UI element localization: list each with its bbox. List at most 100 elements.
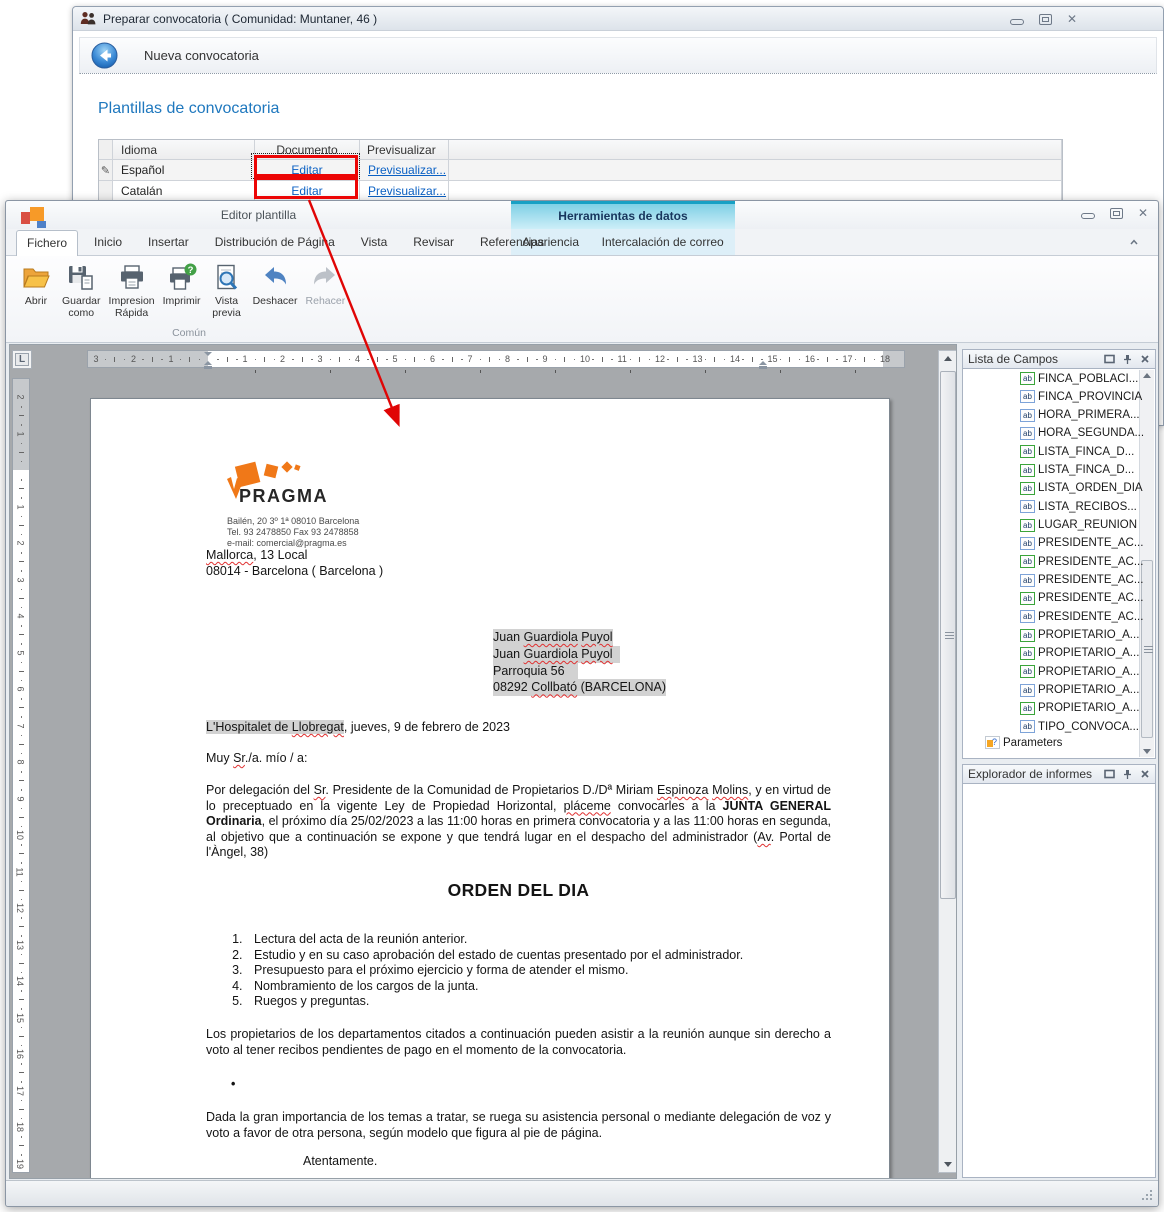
field-item[interactable]: ab LISTA_RECIBOS...: [1020, 500, 1137, 514]
parameters-node[interactable]: Parameters: [985, 736, 1062, 749]
pin-icon[interactable]: [1123, 354, 1132, 365]
ruler-tick: [442, 358, 444, 360]
title-bar[interactable]: Editor plantilla Herramientas de datos ✕: [6, 201, 1158, 229]
horizontal-ruler[interactable]: 3 2 1 1 2 3 4 5 6 7 8 9 10 11 12 13 14 15 16 17 18: [87, 350, 905, 369]
tab-insertar[interactable]: Insertar: [138, 229, 199, 256]
tab-apariencia[interactable]: Apariencia: [512, 229, 589, 256]
ribbon-button-impresion-r-pida[interactable]: Impresion Rápida: [105, 261, 159, 321]
tab-distribucion[interactable]: Distribución de Página: [205, 229, 345, 256]
tab-fichero[interactable]: Fichero: [16, 230, 79, 257]
field-item[interactable]: ab PROPIETARIO_A...: [1020, 701, 1139, 715]
text-segment: , el próximo día 25/02/2023 a las 11:00 …: [206, 814, 831, 844]
col-previsualizar[interactable]: Previsualizar: [360, 140, 449, 160]
ruler-number: 15: [15, 1012, 26, 1023]
pin-icon[interactable]: [1123, 769, 1132, 780]
previsualizar-link-catalan[interactable]: Previsualizar...: [368, 184, 446, 198]
col-idioma[interactable]: Idioma: [113, 140, 255, 160]
title-bar[interactable]: Preparar convocatoria ( Comunidad: Munta…: [73, 7, 1163, 31]
table-row[interactable]: ✎ Español Editar Previsualizar...: [99, 160, 1062, 181]
tab-revisar[interactable]: Revisar: [403, 229, 464, 256]
ruler-tick: [19, 488, 24, 490]
document-page[interactable]: PRAGMA Bailén, 20 3º 1ª 08010 Barcelona …: [90, 398, 890, 1178]
ruler-tick: [20, 825, 22, 828]
field-item[interactable]: ab PRESIDENTE_AC...: [1020, 536, 1143, 550]
field-item[interactable]: ab LISTA_FINCA_D...: [1020, 445, 1134, 459]
cell-previsualizar: Previsualizar...: [360, 160, 449, 181]
field-item[interactable]: ab LISTA_FINCA_D...: [1020, 463, 1134, 477]
close-panel-icon[interactable]: [1140, 354, 1150, 364]
scrollbar-thumb[interactable]: [940, 371, 956, 899]
ribbon-button-guardar-como[interactable]: Guardar como: [58, 261, 105, 321]
minimize-icon[interactable]: [1009, 18, 1024, 25]
ribbon-button-abrir[interactable]: Abrir: [14, 261, 58, 310]
field-item[interactable]: ab LUGAR_REUNION: [1020, 518, 1137, 532]
vertical-ruler[interactable]: 2 1 1 2 3 4 5 6 7 8 9 10 11 12 13 14 15 16 17 18 19: [12, 378, 30, 1173]
window-title: Editor plantilla: [220, 208, 297, 222]
field-item[interactable]: ab HORA_SEGUNDA...: [1020, 426, 1144, 440]
back-button[interactable]: [91, 42, 118, 69]
text-segment: , 13 Local: [253, 548, 308, 562]
collapse-ribbon-icon[interactable]: [1128, 236, 1140, 248]
scroll-down-icon[interactable]: [1143, 749, 1151, 754]
contextual-tab-group-header: Herramientas de datos: [511, 201, 735, 229]
field-item[interactable]: ab PRESIDENTE_AC...: [1020, 591, 1143, 605]
close-icon[interactable]: ✕: [1067, 13, 1077, 25]
panel-title-bar[interactable]: Lista de Campos: [962, 349, 1156, 368]
panel-title-bar[interactable]: Explorador de informes: [962, 764, 1156, 783]
ruler-tick: [573, 358, 576, 360]
tabstop-tick: [855, 370, 856, 373]
ruler-number: 17: [842, 354, 853, 364]
tab-selector-box[interactable]: L: [12, 350, 32, 369]
maximize-icon[interactable]: [1038, 14, 1052, 25]
ruler-tick: [20, 880, 22, 883]
tab-intercalacion[interactable]: Intercalación de correo: [592, 229, 734, 256]
scroll-down-icon[interactable]: [944, 1162, 952, 1167]
field-item[interactable]: ab PROPIETARIO_A...: [1020, 683, 1139, 697]
field-item[interactable]: ab LISTA_ORDEN_DIA: [1020, 481, 1143, 495]
table-row[interactable]: Catalán Editar Previsualizar...: [99, 181, 1062, 202]
scroll-up-icon[interactable]: [944, 356, 952, 361]
maximize-panel-icon[interactable]: [1104, 769, 1115, 779]
annotation-red-box-catalan: [254, 177, 358, 199]
field-item[interactable]: ab PROPIETARIO_A...: [1020, 646, 1140, 660]
text-segment: L'Hospitalet de: [206, 720, 292, 734]
close-icon[interactable]: ✕: [1138, 207, 1148, 219]
cell-idioma: Catalán: [113, 181, 255, 202]
tab-inicio[interactable]: Inicio: [84, 229, 132, 256]
field-item[interactable]: ab PROPIETARIO_A...: [1020, 665, 1139, 679]
tab-vista[interactable]: Vista: [351, 229, 397, 256]
field-item[interactable]: ab PRESIDENTE_AC...: [1020, 573, 1143, 587]
field-item[interactable]: ab FINCA_POBLACI...: [1020, 372, 1138, 385]
agenda-item: Presupuesto para el próximo ejercicio y …: [246, 963, 831, 979]
previsualizar-link-espanol[interactable]: Previsualizar...: [368, 163, 446, 177]
field-item[interactable]: ab FINCA_PROVINCIA: [1020, 390, 1142, 404]
templates-table: Idioma Documento Previsualizar ✎ Español…: [98, 139, 1063, 203]
ruler-tick: [20, 935, 22, 937]
ruler-tick: [20, 752, 22, 755]
report-explorer-content[interactable]: [962, 783, 1156, 1178]
field-item[interactable]: ab TIPO_CONVOCA...: [1020, 720, 1139, 734]
field-item[interactable]: ab HORA_PRIMERA...: [1020, 408, 1140, 422]
resize-grip[interactable]: [1140, 1188, 1152, 1200]
ruler-tick: [19, 780, 24, 782]
field-label: PROPIETARIO_A...: [1038, 647, 1140, 660]
ruler-number: 5: [15, 649, 26, 656]
ruler-tick: [19, 415, 24, 417]
ruler-tick: [479, 358, 482, 360]
maximize-panel-icon[interactable]: [1104, 354, 1115, 364]
ribbon-button-deshacer[interactable]: Deshacer: [249, 261, 302, 310]
document-canvas[interactable]: L 3 2 1 1 2 3 4 5 6 7 8 9 10 11 12 13 14 15 16 17 18 2112345…: [9, 344, 957, 1179]
field-item[interactable]: ab PRESIDENTE_AC...: [1020, 610, 1143, 624]
ribbon-button-label: Impresion Rápida: [108, 295, 155, 319]
minimize-icon[interactable]: [1080, 212, 1095, 219]
close-panel-icon[interactable]: [1140, 769, 1150, 779]
ribbon-button-imprimir[interactable]: ? Imprimir: [159, 261, 205, 310]
ribbon-button-vista-previa[interactable]: Vista previa: [205, 261, 249, 321]
maximize-icon[interactable]: [1109, 208, 1123, 219]
field-item[interactable]: ab PRESIDENTE_AC...: [1020, 555, 1143, 569]
scroll-up-icon[interactable]: [1143, 373, 1151, 378]
scrollbar-thumb[interactable]: [1141, 560, 1153, 738]
document-vertical-scrollbar[interactable]: [938, 350, 956, 1173]
field-item[interactable]: ab PROPIETARIO_A...: [1020, 628, 1139, 642]
ruler-tick: [779, 358, 782, 360]
